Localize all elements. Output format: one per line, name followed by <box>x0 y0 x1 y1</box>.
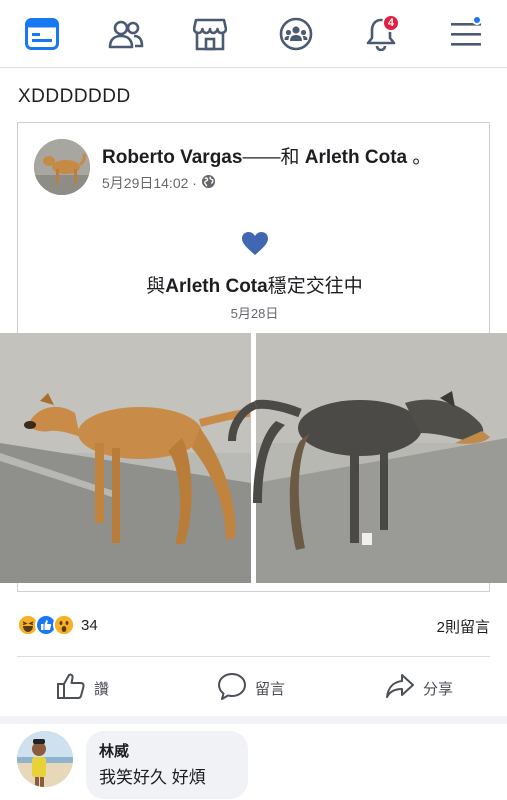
like-button[interactable]: 讚 <box>56 670 109 706</box>
comment-icon <box>217 672 247 704</box>
commenter-avatar[interactable] <box>17 731 73 787</box>
notifications-badge: 4 <box>381 14 400 32</box>
comment-text: 我笑好久 好煩 <box>99 768 206 787</box>
menu-notification-dot <box>472 15 482 25</box>
author-connector: ——和 <box>242 147 305 168</box>
shared-author-line: Roberto Vargas——和 Arleth Cota 。 <box>102 142 431 169</box>
marketplace-icon[interactable] <box>190 14 230 54</box>
groups-icon[interactable] <box>276 14 316 54</box>
event-partner-name[interactable]: Arleth Cota <box>165 276 267 297</box>
globe-icon <box>201 174 216 192</box>
partner-name[interactable]: Arleth Cota <box>305 147 407 168</box>
commenter-name[interactable]: 林威 <box>99 740 235 761</box>
author-name[interactable]: Roberto Vargas <box>102 147 242 168</box>
comment-bubble[interactable]: 林威 我笑好久 好煩 <box>86 731 248 799</box>
share-button[interactable]: 分享 <box>385 670 453 706</box>
top-navigation-bar: 4 <box>0 0 507 68</box>
life-event-date: 5月28日 <box>230 306 279 321</box>
share-label: 分享 <box>423 680 454 698</box>
post-meta: 5月29日14:02 · <box>102 173 216 193</box>
post-photo[interactable] <box>0 333 507 583</box>
share-icon <box>385 672 415 704</box>
comment-label: 留言 <box>255 680 286 698</box>
like-label: 讚 <box>94 680 110 698</box>
wow-icon <box>53 614 75 636</box>
notifications-icon[interactable]: 4 <box>361 14 401 54</box>
reaction-count: 34 <box>81 616 98 634</box>
comments-count[interactable]: 2則留言 <box>437 616 490 637</box>
post-timestamp[interactable]: 5月29日14:02 · <box>102 173 197 193</box>
friends-icon[interactable] <box>106 14 146 54</box>
author-suffix: 。 <box>407 147 432 168</box>
shared-author-avatar[interactable] <box>34 139 90 195</box>
section-divider <box>0 716 507 724</box>
news-feed-icon[interactable] <box>22 14 62 54</box>
heart-icon <box>241 231 269 261</box>
divider <box>17 656 490 657</box>
life-event-title: 與Arleth Cota穩定交往中 <box>18 271 491 298</box>
post-text: XDDDDDDD <box>18 86 131 107</box>
reactions-summary[interactable]: 34 <box>17 614 98 636</box>
menu-icon[interactable] <box>446 14 486 54</box>
comment-button[interactable]: 留言 <box>217 670 285 706</box>
thumbs-up-icon <box>56 672 86 704</box>
event-prefix: 與 <box>146 276 166 297</box>
event-suffix: 穩定交往中 <box>267 276 363 297</box>
